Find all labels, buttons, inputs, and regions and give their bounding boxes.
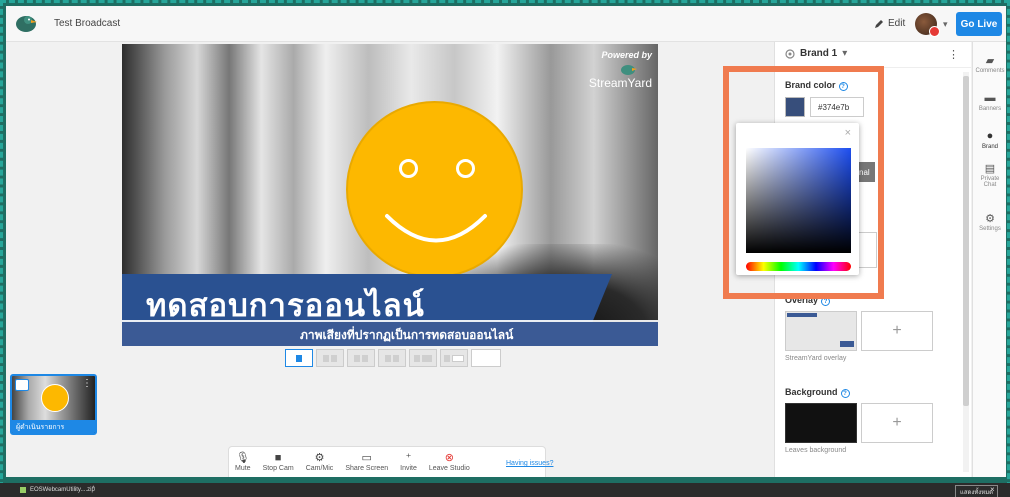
saturation-value-field[interactable] — [746, 148, 851, 253]
layout-leader-button[interactable] — [347, 349, 375, 367]
participant-tile[interactable]: ⋮ ผู้ดำเนินรายการ — [10, 374, 97, 435]
layout-blank-button[interactable] — [471, 349, 501, 367]
smiley-face-icon — [41, 384, 69, 412]
download-file-name: EOSWebcamUtility....zip — [30, 487, 95, 493]
layout-pip-button[interactable] — [440, 349, 468, 367]
account-menu[interactable]: ▾ — [915, 12, 951, 37]
add-overlay-button[interactable]: + — [861, 311, 933, 351]
layout-grid-button[interactable] — [378, 349, 406, 367]
mute-button[interactable]: 🎙 Mute — [229, 452, 257, 472]
camera-icon: ■ — [274, 452, 282, 464]
file-icon — [20, 487, 26, 493]
chat-icon: ▤ — [984, 163, 996, 175]
brand-name: Brand 1 — [800, 48, 838, 59]
smiley-left-eye — [399, 159, 418, 178]
participant-name: ผู้ดำเนินรายการ — [12, 420, 95, 433]
download-item[interactable]: EOSWebcamUtility....zip — [20, 487, 95, 493]
monitor-icon: ▭ — [361, 452, 372, 464]
live-badge — [929, 26, 940, 37]
background-label: Background — [785, 387, 838, 397]
more-options-icon[interactable]: ⋮ — [82, 378, 92, 389]
tab-private-chat-label: Private Chat — [980, 176, 1000, 188]
tab-brand[interactable]: ● Brand — [973, 130, 1006, 150]
download-bar: EOSWebcamUtility....zip ^ แสดงทั้งหมด × — [0, 483, 1010, 497]
background-heading: Background? — [785, 387, 850, 398]
hue-slider[interactable] — [746, 262, 851, 271]
add-background-button[interactable]: + — [861, 403, 933, 443]
layout-solo-button[interactable] — [285, 349, 313, 367]
cam-mic-button[interactable]: ⚙ Cam/Mic — [300, 452, 340, 472]
banner-subtitle: ภาพเสียงที่ปรากฏเป็นการทดสอบออนไลน์ — [300, 328, 514, 342]
layout-side-button[interactable] — [409, 349, 437, 367]
tab-settings[interactable]: ⚙ Settings — [973, 212, 1006, 232]
share-screen-button[interactable]: ▭ Share Screen — [339, 452, 394, 472]
banner-subtitle-bar: ภาพเสียงที่ปรากฏเป็นการทดสอบออนไลน์ — [122, 322, 658, 346]
mute-label: Mute — [235, 465, 251, 472]
streamyard-logo-icon[interactable] — [14, 12, 38, 34]
broadcast-title[interactable]: Test Broadcast — [54, 18, 120, 29]
invite-label: Invite — [400, 465, 417, 472]
streamyard-mark-icon — [621, 65, 637, 75]
smiley-mouth — [385, 214, 487, 243]
mic-icon: 🎙 — [235, 452, 250, 464]
lower-third-banner[interactable]: ทดสอบการออนไลน์ — [122, 274, 612, 322]
pencil-icon — [875, 19, 883, 28]
help-icon[interactable]: ? — [840, 389, 850, 398]
invite-button[interactable]: ⁺ Invite — [394, 452, 423, 472]
powered-by-label: Powered by — [601, 50, 652, 60]
chevron-down-icon: ▾ — [943, 18, 948, 29]
palette-icon: ● — [986, 130, 994, 142]
add-user-icon: ⁺ — [405, 452, 412, 464]
streamyard-wordmark: StreamYard — [588, 76, 652, 90]
close-icon[interactable]: × — [990, 485, 995, 494]
layout-group-button[interactable] — [316, 349, 344, 367]
tab-comments-label: Comments — [975, 68, 1005, 74]
leave-icon: ⊗ — [444, 452, 454, 464]
edit-button[interactable]: Edit — [874, 18, 905, 29]
chevron-down-icon: ▾ — [842, 48, 848, 59]
cam-mic-label: Cam/Mic — [305, 465, 334, 472]
top-bar: Test Broadcast Edit ▾ Go Live — [6, 6, 1006, 42]
comment-icon: ▰ — [985, 55, 995, 67]
person-icon[interactable] — [15, 379, 29, 391]
tab-banners-label: Banners — [978, 106, 1002, 112]
having-issues-link[interactable]: Having issues? — [506, 460, 553, 467]
studio-controls: 🎙 Mute ■ Stop Cam ⚙ Cam/Mic ▭ Share Scre… — [228, 446, 546, 477]
more-options-icon[interactable]: ⋮ — [948, 48, 959, 61]
share-screen-label: Share Screen — [345, 465, 389, 472]
avatar — [915, 13, 940, 37]
stop-cam-label: Stop Cam — [262, 465, 294, 472]
smiley-right-eye — [456, 159, 475, 178]
layout-selector — [285, 349, 501, 367]
background-thumbnail[interactable] — [785, 403, 857, 443]
gear-icon: ⚙ — [985, 213, 995, 225]
overlay-caption: StreamYard overlay — [785, 355, 847, 362]
tab-private-chat[interactable]: ▤ Private Chat — [973, 162, 1006, 188]
chevron-up-icon[interactable]: ^ — [92, 486, 95, 492]
close-icon[interactable]: × — [845, 127, 851, 139]
broadcast-stage: Powered by StreamYard ทดสอบการออนไลน์ ภา… — [122, 44, 658, 346]
tab-brand-label: Brand — [981, 144, 998, 150]
side-tabs: ▰ Comments ▬ Banners ● Brand ▤ Private C… — [972, 42, 1006, 477]
studio-app: Test Broadcast Edit ▾ Go Live Powered by… — [6, 6, 1006, 477]
gear-icon: ⚙ — [314, 452, 325, 464]
brand-selector[interactable]: Brand 1 ▾ — [785, 48, 847, 59]
go-live-button[interactable]: Go Live — [956, 12, 1002, 36]
panel-scrollbar[interactable] — [963, 72, 969, 472]
color-picker-popover: × — [736, 123, 859, 275]
tab-settings-label: Settings — [979, 226, 1001, 232]
stop-cam-button[interactable]: ■ Stop Cam — [257, 452, 300, 472]
smiley-face-icon — [346, 101, 523, 278]
edit-label: Edit — [888, 18, 906, 29]
background-caption: Leaves background — [785, 447, 847, 454]
leave-studio-button[interactable]: ⊗ Leave Studio — [423, 452, 476, 472]
leave-studio-label: Leave Studio — [428, 465, 470, 472]
tab-comments[interactable]: ▰ Comments — [973, 54, 1006, 74]
banner-icon: ▬ — [984, 92, 996, 104]
powered-by-watermark: Powered by StreamYard — [589, 50, 652, 90]
tab-banners[interactable]: ▬ Banners — [973, 92, 1006, 112]
brand-icon — [785, 48, 795, 59]
overlay-thumbnail[interactable] — [785, 311, 857, 351]
